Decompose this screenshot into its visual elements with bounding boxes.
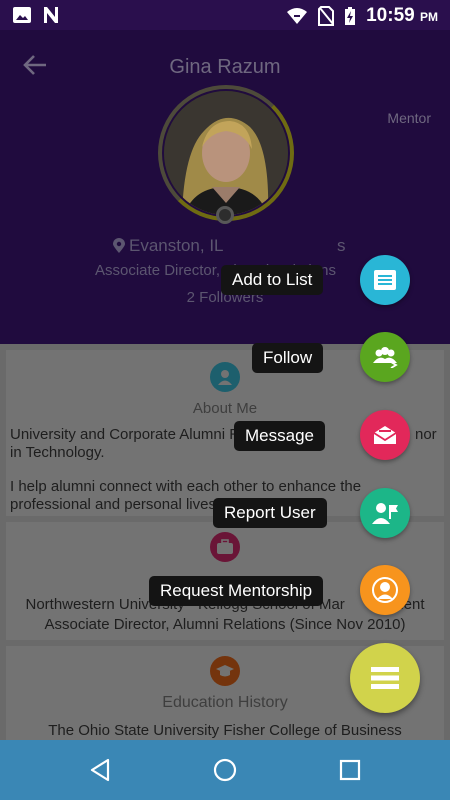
sim-off-icon bbox=[318, 6, 335, 26]
avatar-portrait bbox=[164, 91, 288, 215]
message-button[interactable] bbox=[360, 410, 410, 460]
follow-users-icon bbox=[373, 347, 398, 368]
image-icon bbox=[13, 7, 31, 23]
profile-name: Gina Razum bbox=[169, 56, 281, 78]
person-icon bbox=[372, 577, 398, 603]
notification-n-icon bbox=[44, 7, 58, 23]
location-pin-icon bbox=[113, 238, 125, 253]
work-line-2: Associate Director, Alumni Relations (Si… bbox=[44, 616, 406, 633]
status-bar: 10:59 PM bbox=[0, 0, 450, 30]
add-to-list-button[interactable] bbox=[360, 255, 410, 305]
fab-label-report-user[interactable]: Report User bbox=[213, 498, 327, 528]
back-triangle-icon[interactable] bbox=[86, 756, 114, 784]
education-line-1: The Ohio State University Fisher College… bbox=[48, 722, 402, 739]
location-text-tail: s bbox=[337, 236, 346, 255]
about-line-3: I help alumni connect with each other to… bbox=[10, 478, 362, 495]
role-badge: Mentor bbox=[387, 110, 431, 126]
fab-label-add-to-list[interactable]: Add to List bbox=[221, 265, 324, 295]
system-nav-bar bbox=[0, 740, 450, 800]
wifi-icon bbox=[287, 8, 308, 24]
report-user-button[interactable] bbox=[360, 488, 410, 538]
fab-main-menu-button[interactable] bbox=[350, 643, 420, 713]
fab-label-message[interactable]: Message bbox=[234, 421, 325, 451]
list-icon bbox=[374, 270, 396, 290]
request-mentorship-button[interactable] bbox=[360, 565, 410, 615]
location: Evanston, IL s bbox=[113, 236, 346, 256]
menu-icon bbox=[371, 667, 399, 689]
home-circle-icon[interactable] bbox=[211, 756, 239, 784]
fab-label-follow[interactable]: Follow bbox=[252, 343, 324, 373]
recents-square-icon[interactable] bbox=[336, 756, 364, 784]
avatar-status-dot bbox=[216, 206, 234, 224]
briefcase-icon bbox=[210, 532, 240, 562]
avatar[interactable] bbox=[164, 91, 288, 215]
location-text: Evanston, IL bbox=[129, 236, 224, 255]
about-line-4: professional and personal lives bbox=[10, 496, 215, 513]
status-time: 10:59 PM bbox=[366, 5, 438, 26]
about-person-icon bbox=[210, 362, 240, 392]
fab-label-request-mentorship[interactable]: Request Mentorship bbox=[149, 576, 324, 606]
report-flag-icon bbox=[372, 503, 398, 524]
envelope-icon bbox=[373, 426, 397, 444]
graduation-cap-icon bbox=[210, 656, 240, 686]
follow-button[interactable] bbox=[360, 332, 410, 382]
battery-charging-icon bbox=[345, 7, 356, 25]
